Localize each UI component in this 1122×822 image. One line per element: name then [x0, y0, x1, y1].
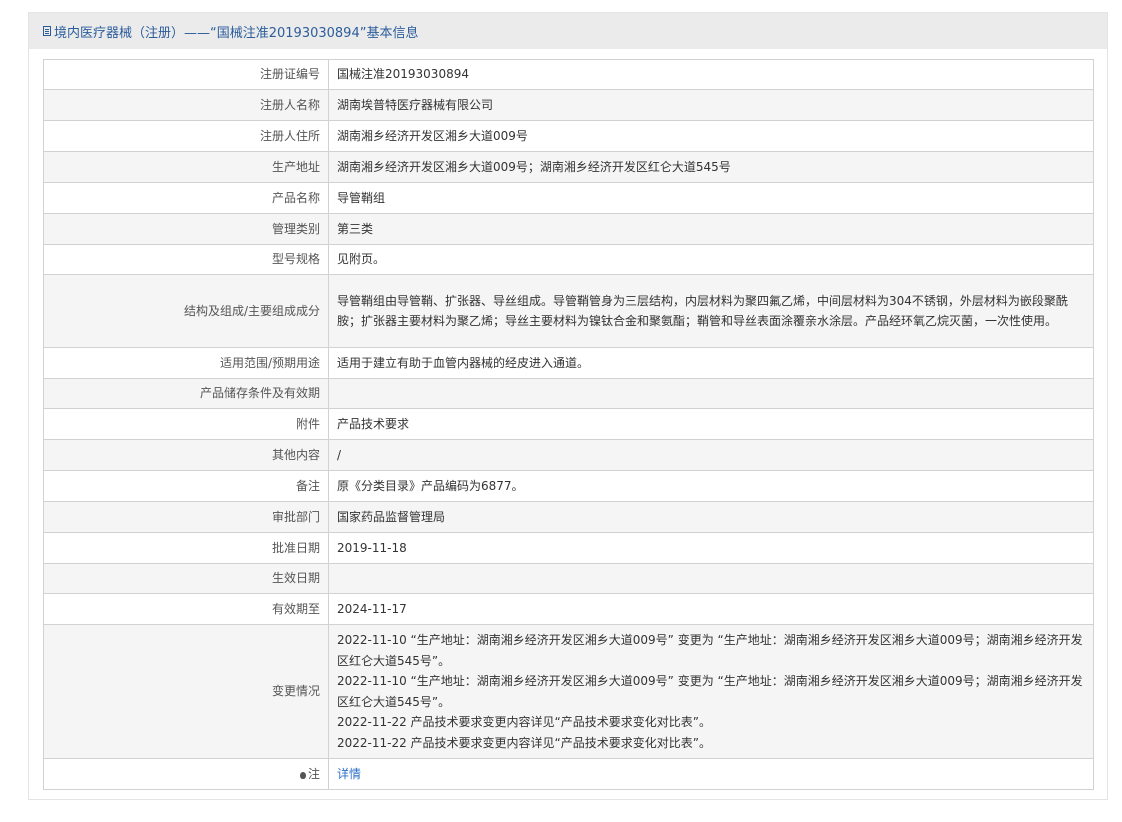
- field-value: 导管鞘组: [328, 182, 1094, 214]
- note-value-cell: 详情: [328, 758, 1094, 790]
- field-value: 见附页。: [328, 244, 1094, 275]
- field-value: 原《分类目录》产品编码为6877。: [328, 470, 1094, 502]
- change-entry: 2022-11-22 产品技术要求变更内容详见“产品技术要求变化对比表”。: [337, 735, 711, 750]
- field-label: 管理类别: [43, 213, 329, 245]
- table-row: 审批部门 国家药品监督管理局: [43, 501, 1094, 533]
- table-row: 有效期至 2024-11-17: [43, 593, 1094, 625]
- field-label: 批准日期: [43, 532, 329, 564]
- field-value: 2024-11-17: [328, 593, 1094, 625]
- details-link[interactable]: 详情: [337, 767, 361, 781]
- lightbulb-icon: [299, 771, 306, 779]
- field-label: 有效期至: [43, 593, 329, 625]
- table-row: 生产地址 湖南湘乡经济开发区湘乡大道009号；湖南湘乡经济开发区红仑大道545号: [43, 151, 1094, 183]
- field-value: 湖南湘乡经济开发区湘乡大道009号: [328, 120, 1094, 152]
- table-row-changes: 变更情况 2022-11-10 “生产地址：湖南湘乡经济开发区湘乡大道009号” …: [43, 624, 1094, 759]
- note-label-cell: 注: [43, 758, 329, 790]
- field-label: 产品名称: [43, 182, 329, 214]
- field-label: 生效日期: [43, 563, 329, 594]
- field-value: 第三类: [328, 213, 1094, 245]
- info-panel: 境内医疗器械（注册）——“国械注准20193030894”基本信息 注册证编号国…: [28, 12, 1108, 800]
- field-label: 审批部门: [43, 501, 329, 533]
- field-value: 国家药品监督管理局: [328, 501, 1094, 533]
- field-label: 注册人住所: [43, 120, 329, 152]
- table-row: 生效日期: [43, 563, 1094, 594]
- table-row: 附件 产品技术要求: [43, 408, 1094, 440]
- document-icon: [43, 26, 51, 36]
- field-value: 适用于建立有助于血管内器械的经皮进入通道。: [328, 347, 1094, 379]
- field-label: 型号规格: [43, 244, 329, 275]
- field-label: 注册人名称: [43, 89, 329, 121]
- field-label: 适用范围/预期用途: [43, 347, 329, 379]
- change-entry: 2022-11-22 产品技术要求变更内容详见“产品技术要求变化对比表”。: [337, 715, 711, 729]
- field-label: 其他内容: [43, 439, 329, 471]
- table-row: 型号规格 见附页。: [43, 244, 1094, 275]
- change-entry: 2022-11-10 “生产地址：湖南湘乡经济开发区湘乡大道009号” 变更为 …: [337, 633, 1083, 668]
- field-value: /: [328, 439, 1094, 471]
- field-label: 产品储存条件及有效期: [43, 378, 329, 409]
- table-row: 备注 原《分类目录》产品编码为6877。: [43, 470, 1094, 502]
- field-value: [328, 378, 1094, 409]
- field-value: [328, 563, 1094, 594]
- field-label: 变更情况: [43, 624, 329, 759]
- table-row: 产品储存条件及有效期: [43, 378, 1094, 409]
- field-value: 2019-11-18: [328, 532, 1094, 564]
- table-row-note: 注 详情: [43, 758, 1094, 790]
- change-entry: 2022-11-10 “生产地址：湖南湘乡经济开发区湘乡大道009号” 变更为 …: [337, 674, 1083, 709]
- field-label: 备注: [43, 470, 329, 502]
- field-label: 生产地址: [43, 151, 329, 183]
- field-label: 附件: [43, 408, 329, 440]
- table-row: 产品名称 导管鞘组: [43, 182, 1094, 214]
- field-value: 国械注准20193030894: [328, 59, 1094, 90]
- table-row: 注册人住所 湖南湘乡经济开发区湘乡大道009号: [43, 120, 1094, 152]
- field-label: 注册证编号: [43, 59, 329, 90]
- table-row: 批准日期 2019-11-18: [43, 532, 1094, 564]
- field-value: 湖南埃普特医疗器械有限公司: [328, 89, 1094, 121]
- field-value: 导管鞘组由导管鞘、扩张器、导丝组成。导管鞘管身为三层结构，内层材料为聚四氟乙烯，…: [328, 274, 1094, 348]
- panel-title: 境内医疗器械（注册）——“国械注准20193030894”基本信息: [54, 25, 419, 41]
- table-row: 注册证编号 国械注准20193030894: [43, 59, 1094, 90]
- field-label: 结构及组成/主要组成成分: [43, 274, 329, 348]
- note-label: 注: [307, 766, 320, 781]
- table-row: 结构及组成/主要组成成分 导管鞘组由导管鞘、扩张器、导丝组成。导管鞘管身为三层结构…: [43, 274, 1094, 348]
- table-row: 适用范围/预期用途 适用于建立有助于血管内器械的经皮进入通道。: [43, 347, 1094, 379]
- field-value: 湖南湘乡经济开发区湘乡大道009号；湖南湘乡经济开发区红仑大道545号: [328, 151, 1094, 183]
- table-row: 管理类别 第三类: [43, 213, 1094, 245]
- panel-header: 境内医疗器械（注册）——“国械注准20193030894”基本信息: [29, 13, 1107, 49]
- info-table: 注册证编号 国械注准20193030894 注册人名称 湖南埃普特医疗器械有限公司 注册…: [43, 59, 1094, 790]
- field-value: 产品技术要求: [328, 408, 1094, 440]
- table-row: 其他内容 /: [43, 439, 1094, 471]
- table-row: 注册人名称 湖南埃普特医疗器械有限公司: [43, 89, 1094, 121]
- change-history: 2022-11-10 “生产地址：湖南湘乡经济开发区湘乡大道009号” 变更为 …: [328, 624, 1094, 759]
